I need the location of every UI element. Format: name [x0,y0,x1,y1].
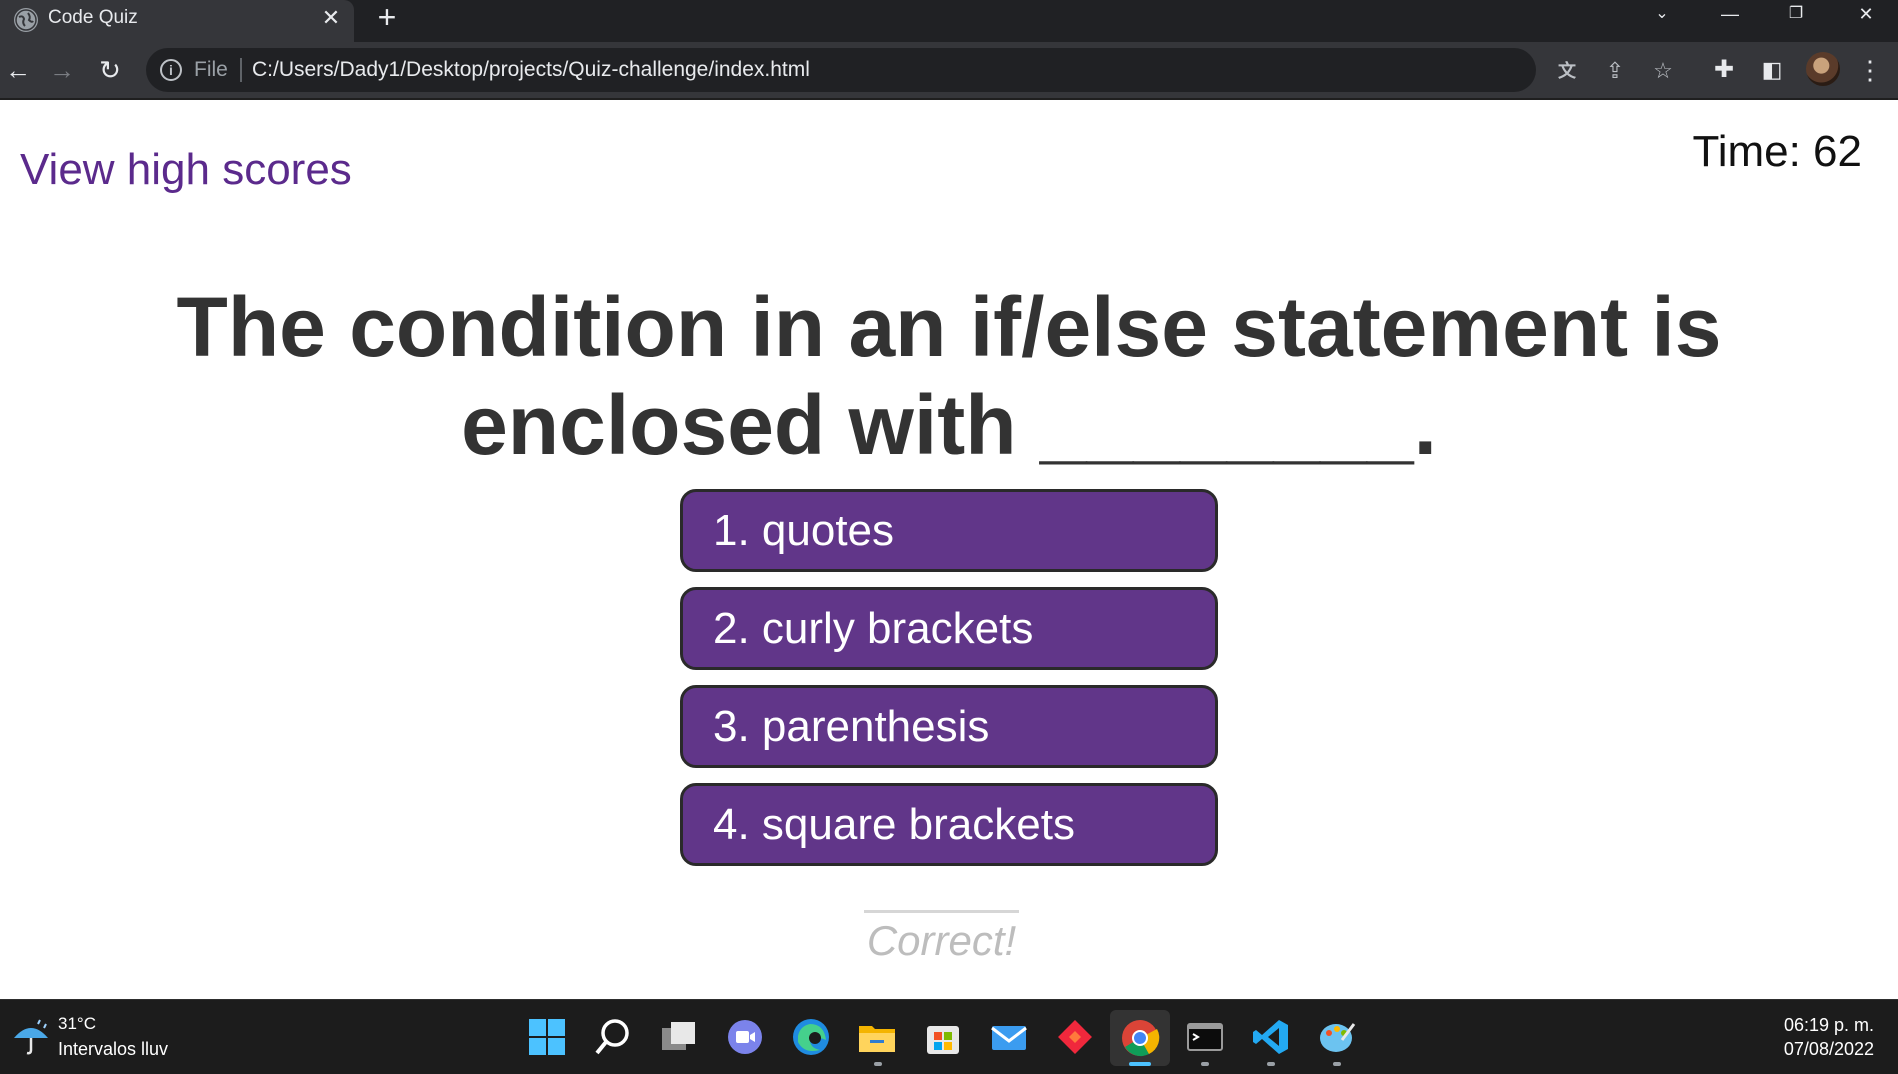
umbrella-weather-icon[interactable] [10,1016,52,1058]
info-icon[interactable]: i [160,59,182,81]
chrome-icon [1122,1020,1160,1057]
scheme-label: File [194,58,228,81]
menu-icon[interactable]: ⋮ [1852,52,1888,88]
chrome-taskbar-button[interactable] [1110,1010,1170,1066]
mail-icon[interactable] [988,1016,1030,1058]
question-text: The condition in an if/else statement is… [176,280,1722,472]
forward-icon[interactable]: → [44,52,80,88]
url-text[interactable]: C:/Users/Dady1/Desktop/projects/Quiz-cha… [252,58,810,82]
share-icon[interactable]: ⇪ [1602,58,1628,84]
file-explorer-icon[interactable] [856,1016,898,1058]
new-tab-button[interactable]: + [372,1,402,33]
file-explorer-running-indicator [874,1062,882,1066]
extensions-icon[interactable]: ✚ [1706,52,1742,88]
translate-icon[interactable]: 文 [1554,58,1580,84]
paint-icon[interactable] [1316,1016,1358,1058]
omnibox-divider [240,58,242,82]
view-high-scores-link[interactable]: View high scores [20,144,352,196]
restore-icon[interactable]: ❐ [1768,0,1824,30]
side-panel-icon[interactable]: ◧ [1754,52,1790,88]
globe-icon [14,8,38,32]
teams-chat-icon[interactable] [724,1016,766,1058]
feedback-text: Correct! [866,917,1017,964]
address-bar[interactable]: i File C:/Users/Dady1/Desktop/projects/Q… [146,48,1673,92]
tab-title: Code Quiz [48,7,138,28]
vscode-running-indicator [1267,1062,1275,1066]
git-icon[interactable] [1054,1016,1096,1058]
browser-toolbar: ← → ↻ i File C:/Users/Dady1/Desktop/proj… [0,42,1898,100]
edge-icon[interactable] [790,1016,832,1058]
terminal-running-indicator [1201,1062,1209,1066]
clock-time[interactable]: 06:19 p. m. [1784,1014,1874,1036]
quiz-page: View high scores Time: 62 The condition … [0,100,1898,999]
answer-choices: 1. quotes 2. curly brackets 3. parenthes… [680,489,1218,881]
task-view-icon[interactable] [658,1016,700,1058]
choice-parenthesis-button[interactable]: 3. parenthesis [680,685,1218,768]
star-icon[interactable]: ☆ [1650,58,1676,84]
chrome-running-indicator [1129,1062,1151,1066]
weather-description[interactable]: Intervalos lluv [58,1038,168,1060]
store-icon[interactable] [922,1016,964,1058]
minimize-icon[interactable]: — [1702,0,1758,30]
paint-running-indicator [1333,1062,1341,1066]
reload-icon[interactable]: ↻ [92,52,128,88]
tab-code-quiz[interactable]: Code Quiz ✕ [0,0,354,42]
vscode-icon[interactable] [1250,1016,1292,1058]
search-icon[interactable] [592,1016,634,1058]
clock-date[interactable]: 07/08/2022 [1784,1038,1874,1060]
choice-quotes-button[interactable]: 1. quotes [680,489,1218,572]
timer: Time: 62 [1692,127,1862,176]
close-tab-icon[interactable]: ✕ [318,5,344,31]
close-window-icon[interactable]: ✕ [1838,0,1894,30]
choice-curly-brackets-button[interactable]: 2. curly brackets [680,587,1218,670]
browser-tab-strip: Code Quiz ✕ + ⌄ — ❐ ✕ [0,0,1898,42]
weather-temperature[interactable]: 31°C [58,1014,96,1034]
choice-square-brackets-button[interactable]: 4. square brackets [680,783,1218,866]
windows-start-icon[interactable] [526,1016,568,1058]
profile-avatar[interactable] [1806,52,1840,86]
answer-feedback: Correct! [864,910,1019,965]
tab-search-icon[interactable]: ⌄ [1634,0,1690,30]
back-icon[interactable]: ← [0,52,36,88]
terminal-icon[interactable] [1184,1016,1226,1058]
windows-taskbar: 31°C Intervalos lluv 06:19 p. m. 07/08/2… [0,999,1898,1074]
